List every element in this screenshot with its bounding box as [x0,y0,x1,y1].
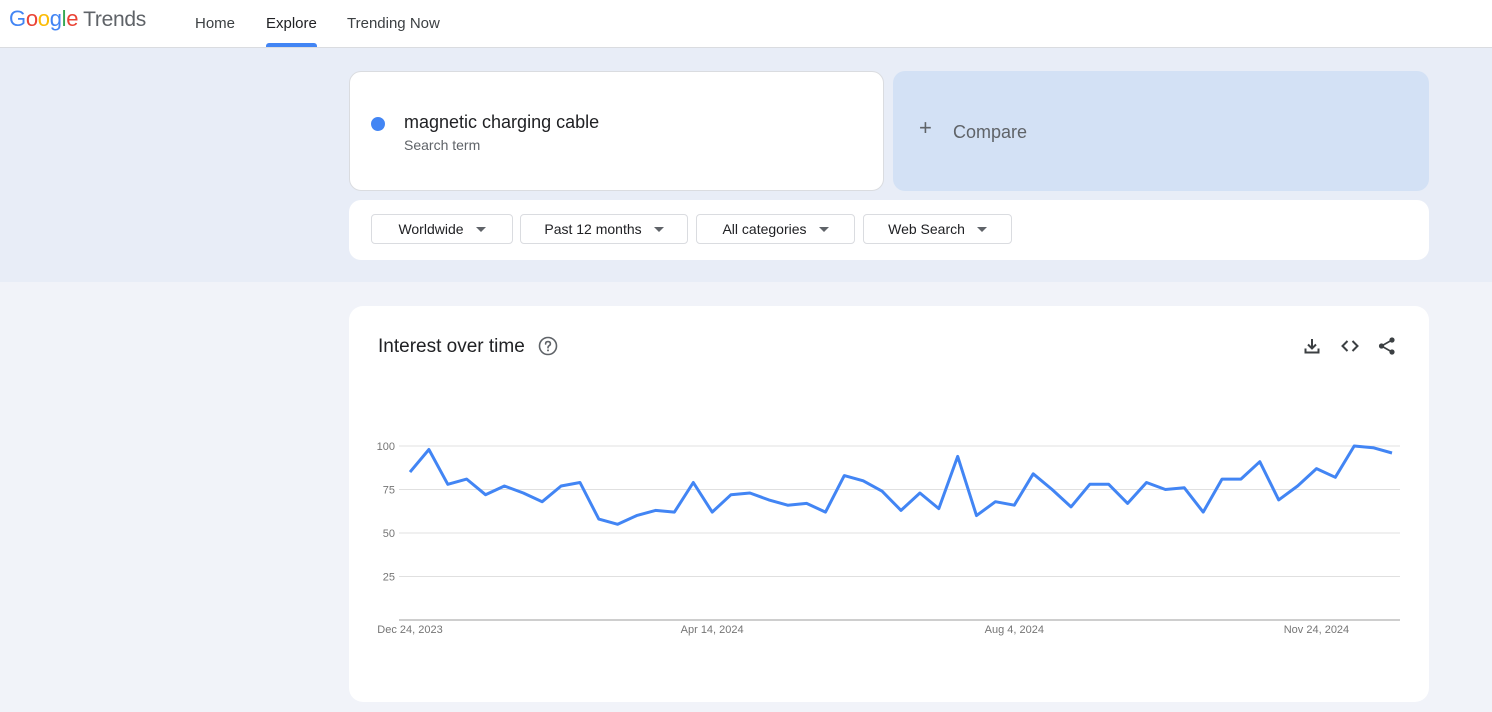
data-point[interactable] [1181,485,1187,491]
data-point[interactable] [1238,476,1244,482]
data-point[interactable] [936,506,942,512]
logo-letter: o [37,6,50,31]
caret-down-icon [653,226,664,232]
y-tick-label: 50 [383,528,395,540]
data-point[interactable] [671,509,677,515]
data-point[interactable] [520,490,526,496]
data-point[interactable] [728,492,734,498]
data-point[interactable] [822,509,828,515]
search-term-card[interactable]: magnetic charging cable Search term [349,71,884,191]
filter-category[interactable]: All categories [696,214,855,244]
data-point[interactable] [1162,487,1168,493]
logo-product-name: Trends [83,8,146,31]
data-point[interactable] [653,507,659,513]
data-point[interactable] [407,469,413,475]
filter-search-type[interactable]: Web Search [863,214,1012,244]
nav-trending-now[interactable]: Trending Now [347,0,440,47]
data-point[interactable] [1087,481,1093,487]
data-point[interactable] [558,483,564,489]
data-point[interactable] [1370,445,1376,451]
google-trends-logo[interactable]: Google Trends [9,6,146,33]
plus-icon: + [919,115,932,140]
filter-category-label: All categories [722,221,807,237]
data-point[interactable] [577,480,583,486]
data-point[interactable] [1106,481,1112,487]
data-point[interactable] [860,478,866,484]
data-point[interactable] [1332,474,1338,480]
data-point[interactable] [1030,471,1036,477]
term-color-dot [371,117,385,131]
interest-over-time-card: Interest over time 100 75 50 25 Dec 24, 2023… [349,306,1429,702]
search-term-type: Search term [404,137,481,153]
data-point[interactable] [898,507,904,513]
data-point[interactable] [1351,443,1357,449]
data-point[interactable] [634,513,640,519]
logo-letter: G [9,6,26,31]
compare-label: Compare [953,122,1028,142]
data-point[interactable] [501,483,507,489]
filter-bar: Worldwide Past 12 months All categories … [349,200,1429,260]
caret-down-icon [976,226,987,232]
data-point[interactable] [1295,483,1301,489]
data-point[interactable] [1389,450,1395,456]
data-point[interactable] [464,476,470,482]
data-point[interactable] [1144,480,1150,486]
data-point[interactable] [1257,459,1263,465]
y-tick-label: 25 [383,572,395,584]
data-point[interactable] [596,516,602,522]
data-point[interactable] [766,497,772,503]
filter-location-label: Worldwide [398,221,464,237]
data-point[interactable] [690,480,696,486]
data-point[interactable] [1049,487,1055,493]
top-bar: Google Trends Home Explore Trending Now [0,0,1492,48]
data-point[interactable] [785,502,791,508]
x-tick-label: Nov 24, 2024 [1284,624,1349,636]
data-point[interactable] [426,446,432,452]
data-point[interactable] [1219,476,1225,482]
search-term-name[interactable]: magnetic charging cable [404,112,599,133]
x-tick-label: Aug 4, 2024 [985,624,1044,636]
caret-down-icon [475,226,486,232]
data-point[interactable] [1313,466,1319,472]
data-point[interactable] [1011,502,1017,508]
logo-letter: o [25,6,38,31]
logo-letter: e [66,6,79,31]
data-point[interactable] [615,521,621,527]
filter-time-label: Past 12 months [544,221,642,237]
data-point[interactable] [992,499,998,505]
data-point[interactable] [974,513,980,519]
data-point[interactable] [445,481,451,487]
interest-line-chart: 100 75 50 25 Dec 24, 2023 Apr 14, 2024 Aug 4, … [377,441,1400,636]
data-point[interactable] [1276,497,1282,503]
data-point[interactable] [483,492,489,498]
data-point[interactable] [841,473,847,479]
data-point[interactable] [1125,500,1131,506]
filter-search-type-label: Web Search [888,221,965,237]
data-point[interactable] [709,509,715,515]
caret-down-icon [818,226,829,232]
nav-explore[interactable]: Explore [266,0,317,47]
x-tick-label: Apr 14, 2024 [681,624,744,636]
filter-time-range[interactable]: Past 12 months [520,214,688,244]
data-point[interactable] [804,500,810,506]
data-point[interactable] [1200,509,1206,515]
data-point[interactable] [955,453,961,459]
data-point[interactable] [879,488,885,494]
filter-location[interactable]: Worldwide [371,214,513,244]
data-point[interactable] [917,490,923,496]
x-tick-label: Dec 24, 2023 [377,624,442,636]
logo-letter: g [49,6,62,31]
y-tick-label: 75 [383,485,395,497]
compare-button[interactable]: + Compare [893,71,1429,191]
data-point[interactable] [539,499,545,505]
active-tab-indicator [266,43,317,47]
y-tick-label: 100 [377,441,395,453]
data-point[interactable] [747,490,753,496]
data-point[interactable] [1068,504,1074,510]
nav-home[interactable]: Home [195,0,235,47]
